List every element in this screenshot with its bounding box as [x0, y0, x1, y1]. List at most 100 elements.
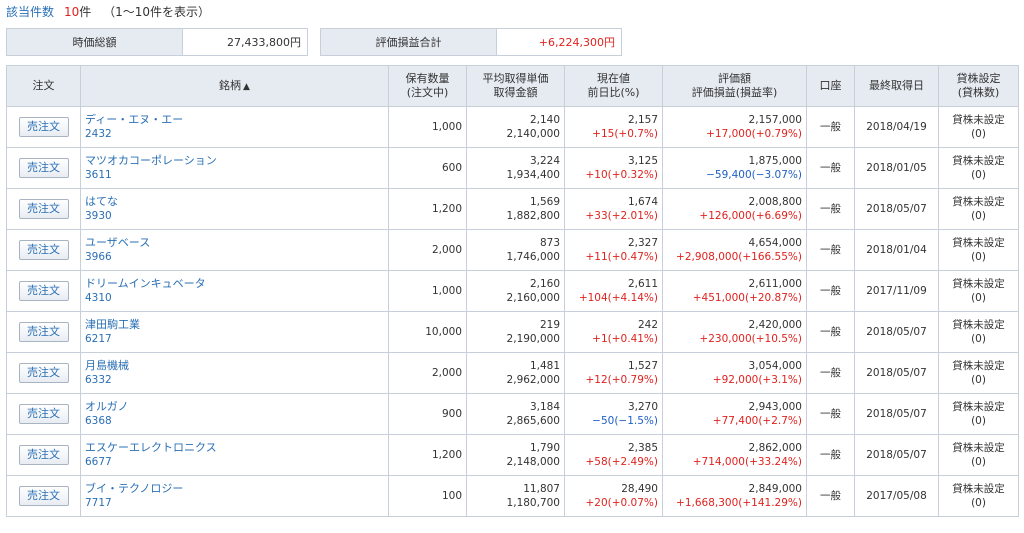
valuation-pnl: −59,400(−3.07%): [706, 169, 802, 181]
day-change: +33(+2.01%): [585, 210, 658, 222]
stock-cell: ディー・エヌ・エー 2432: [80, 106, 389, 148]
lending-qty: (0): [971, 169, 986, 181]
table-row: 売注文 マツオカコーポレーション 3611 600 3,224 1,934,400 3,12…: [6, 147, 1019, 189]
order-cell: 売注文: [6, 270, 81, 312]
sell-order-button[interactable]: 売注文: [18, 322, 69, 342]
sell-order-button[interactable]: 売注文: [18, 240, 69, 260]
lending-status: 貸株未設定: [952, 278, 1005, 290]
stock-code-link[interactable]: 7717: [85, 496, 384, 510]
stock-name-link[interactable]: 月島機械: [85, 359, 384, 373]
avg-cost-cell: 11,807 1,180,700: [466, 475, 565, 517]
stock-name-link[interactable]: ドリームインキュベータ: [85, 277, 384, 291]
lending-qty: (0): [971, 415, 986, 427]
market-value-label: 時価総額: [7, 29, 183, 55]
day-change: +104(+4.14%): [578, 292, 658, 304]
market-value: 27,433,800円: [183, 29, 307, 55]
sell-order-button[interactable]: 売注文: [18, 363, 69, 383]
col-account: 口座: [806, 65, 855, 107]
sell-order-button[interactable]: 売注文: [18, 281, 69, 301]
valuation-amount: 1,875,000: [748, 155, 802, 167]
current-price-cell: 28,490 +20(+0.07%): [564, 475, 663, 517]
last-acquired-date: 2018/05/07: [854, 393, 939, 435]
current-price: 28,490: [621, 483, 658, 495]
avg-price: 219: [539, 319, 560, 331]
holdings-table: 注文 銘柄 ▲ 保有数量 (注文中) 平均取得単価 取得金額 現在値 前日比(%) 評価…: [6, 65, 1019, 517]
stock-code-link[interactable]: 2432: [85, 127, 384, 141]
stock-cell: 津田駒工業 6217: [80, 311, 389, 353]
account-type: 一般: [806, 147, 855, 189]
valuation-amount: 2,862,000: [748, 442, 802, 454]
order-cell: 売注文: [6, 393, 81, 435]
cost-amount: 2,865,600: [506, 415, 560, 427]
last-acquired-date: 2018/05/07: [854, 434, 939, 476]
current-price: 1,527: [627, 360, 658, 372]
stock-name-link[interactable]: ブイ・テクノロジー: [85, 482, 384, 496]
valuation-pnl: +230,000(+10.5%): [699, 333, 802, 345]
stock-code-link[interactable]: 6217: [85, 332, 384, 346]
holding-qty: 600: [388, 147, 467, 189]
sell-order-button[interactable]: 売注文: [18, 117, 69, 137]
valuation-amount: 2,420,000: [748, 319, 802, 331]
sell-order-button[interactable]: 売注文: [18, 486, 69, 506]
sort-ascending-icon[interactable]: ▲: [243, 82, 250, 92]
avg-cost-cell: 3,224 1,934,400: [466, 147, 565, 189]
valuation-amount: 2,849,000: [748, 483, 802, 495]
stock-code-link[interactable]: 6677: [85, 455, 384, 469]
stock-code-link[interactable]: 3611: [85, 168, 384, 182]
avg-price: 3,224: [529, 155, 560, 167]
lending-cell: 貸株未設定 (0): [938, 311, 1019, 353]
stock-code-link[interactable]: 6332: [85, 373, 384, 387]
stock-code-link[interactable]: 3966: [85, 250, 384, 264]
valuation-cell: 2,611,000 +451,000(+20.87%): [662, 270, 807, 312]
valuation-pnl: +451,000(+20.87%): [692, 292, 802, 304]
col-name[interactable]: 銘柄 ▲: [80, 65, 389, 107]
last-acquired-date: 2018/05/07: [854, 352, 939, 394]
table-row: 売注文 オルガノ 6368 900 3,184 2,865,600 3,270 −50(−1.…: [6, 393, 1019, 435]
result-count-value: 10: [64, 5, 80, 19]
stock-name-link[interactable]: マツオカコーポレーション: [85, 154, 384, 168]
cost-amount: 1,882,800: [506, 210, 560, 222]
cost-amount: 2,160,000: [506, 292, 560, 304]
table-row: 売注文 ブイ・テクノロジー 7717 100 11,807 1,180,700 28,490…: [6, 475, 1019, 517]
valuation-cell: 2,420,000 +230,000(+10.5%): [662, 311, 807, 353]
table-row: 売注文 はてな 3930 1,200 1,569 1,882,800 1,674 +33(+2…: [6, 188, 1019, 230]
col-qty: 保有数量 (注文中): [388, 65, 467, 107]
lending-status: 貸株未設定: [952, 360, 1005, 372]
sell-order-button[interactable]: 売注文: [18, 404, 69, 424]
avg-price: 11,807: [523, 483, 560, 495]
col-date: 最終取得日: [854, 65, 939, 107]
stock-name-link[interactable]: オルガノ: [85, 400, 384, 414]
day-change: +10(+0.32%): [585, 169, 658, 181]
stock-cell: 月島機械 6332: [80, 352, 389, 394]
col-order: 注文: [6, 65, 81, 107]
lending-status: 貸株未設定: [952, 237, 1005, 249]
stock-cell: はてな 3930: [80, 188, 389, 230]
sell-order-button[interactable]: 売注文: [18, 445, 69, 465]
stock-name-link[interactable]: はてな: [85, 195, 384, 209]
last-acquired-date: 2017/05/08: [854, 475, 939, 517]
result-count-unit: 件: [79, 5, 92, 19]
sell-order-button[interactable]: 売注文: [18, 158, 69, 178]
stock-name-link[interactable]: ユーザベース: [85, 236, 384, 250]
day-change: −50(−1.5%): [592, 415, 658, 427]
stock-code-link[interactable]: 4310: [85, 291, 384, 305]
stock-name-link[interactable]: 津田駒工業: [85, 318, 384, 332]
avg-price: 2,140: [529, 114, 560, 126]
current-price-cell: 2,157 +15(+0.7%): [564, 106, 663, 148]
valuation-pnl: +1,668,300(+141.29%): [676, 497, 802, 509]
avg-price: 1,481: [529, 360, 560, 372]
holding-qty: 1,000: [388, 106, 467, 148]
account-type: 一般: [806, 270, 855, 312]
stock-code-link[interactable]: 6368: [85, 414, 384, 428]
last-acquired-date: 2017/11/09: [854, 270, 939, 312]
stock-name-link[interactable]: ディー・エヌ・エー: [85, 113, 384, 127]
lending-cell: 貸株未設定 (0): [938, 106, 1019, 148]
stock-code-link[interactable]: 3930: [85, 209, 384, 223]
valuation-pnl: +126,000(+6.69%): [699, 210, 802, 222]
current-price: 3,125: [627, 155, 658, 167]
current-price-cell: 2,385 +58(+2.49%): [564, 434, 663, 476]
sell-order-button[interactable]: 売注文: [18, 199, 69, 219]
pnl-total-value: +6,224,300円: [497, 29, 621, 55]
stock-name-link[interactable]: エスケーエレクトロニクス: [85, 441, 384, 455]
table-row: 売注文 月島機械 6332 2,000 1,481 2,962,000 1,527 +12(+…: [6, 352, 1019, 394]
